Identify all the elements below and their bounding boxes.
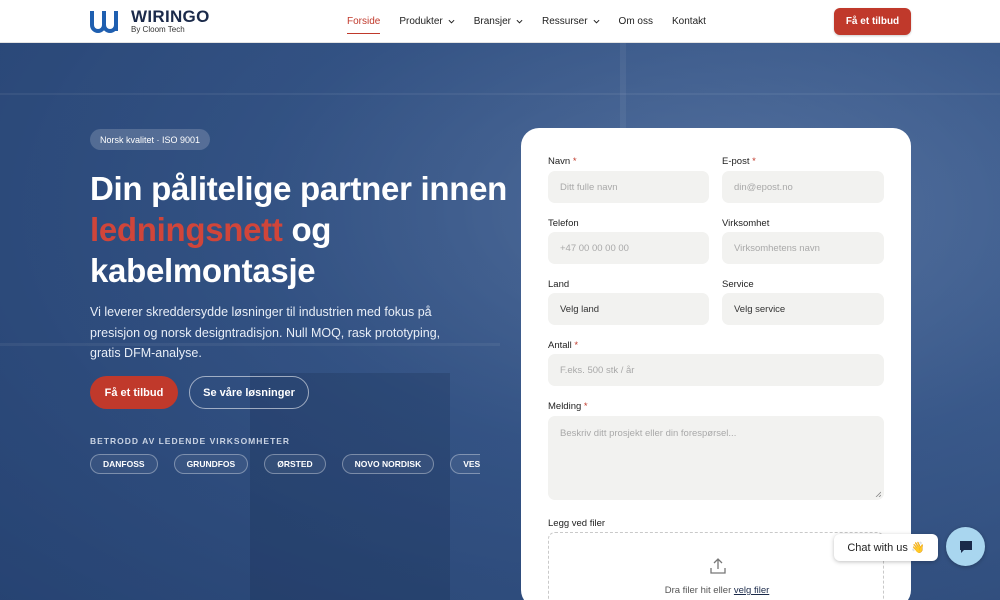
client-logo: VESTAS xyxy=(450,454,480,474)
chat-launcher-button[interactable] xyxy=(946,527,985,566)
quantity-input[interactable]: F.eks. 500 stk / år xyxy=(548,354,884,386)
nav-label: Bransjer xyxy=(473,16,511,27)
name-label: Navn * xyxy=(548,156,577,167)
client-logo: ØRSTED xyxy=(264,454,326,474)
email-label: E-post * xyxy=(722,156,756,167)
country-label: Land xyxy=(548,279,570,290)
chevron-down-icon xyxy=(593,19,600,24)
service-select[interactable]: Velg service xyxy=(722,293,884,325)
required-mark: * xyxy=(583,401,588,412)
chat-icon xyxy=(959,540,972,553)
hero-lead: Vi leverer skreddersydde løsninger til i… xyxy=(90,305,441,360)
message-textarea[interactable]: Beskriv ditt prosjekt eller din forespør… xyxy=(548,416,884,500)
message-placeholder: Beskriv ditt prosjekt eller din forespør… xyxy=(560,428,737,439)
resize-handle-icon[interactable] xyxy=(875,491,881,497)
trusted-by-label: BETRODD AV LEDENDE VIRKSOMHETER xyxy=(90,436,291,446)
country-select[interactable]: Velg land xyxy=(548,293,709,325)
label-text: Antall xyxy=(548,340,572,351)
nav-item-produkter[interactable]: Produkter xyxy=(399,0,455,43)
quantity-label: Antall * xyxy=(548,340,578,351)
dropzone-text: Dra filer hit eller velg filer xyxy=(549,585,885,596)
client-logo: NOVO NORDISK xyxy=(341,454,435,474)
nav-label: Produkter xyxy=(399,16,443,27)
see-solutions-button[interactable]: Se våre løsninger xyxy=(189,376,309,409)
chevron-down-icon xyxy=(516,19,523,24)
brand-subtitle: By Cloom Tech xyxy=(131,25,185,34)
quote-form: Navn * Ditt fulle navn E-post * din@epos… xyxy=(521,128,911,600)
hero-quote-button[interactable]: Få et tilbud xyxy=(90,376,178,409)
site-header: WIRINGO By Cloom Tech Forside Produkter … xyxy=(0,0,1000,43)
label-text: E-post xyxy=(722,156,750,167)
phone-label: Telefon xyxy=(548,218,579,229)
nav-item-ressurser[interactable]: Ressurser xyxy=(542,0,600,43)
nav-item-kontakt[interactable]: Kontakt xyxy=(672,0,706,43)
nav-label: Ressurser xyxy=(541,16,588,27)
brand-logo[interactable]: WIRINGO By Cloom Tech xyxy=(90,8,210,34)
name-input[interactable]: Ditt fulle navn xyxy=(548,171,709,203)
brand-name: WIRINGO xyxy=(131,7,210,26)
required-mark: * xyxy=(574,340,579,351)
client-logos: DANFOSS GRUNDFOS ØRSTED NOVO NORDISK VESTAS xyxy=(90,454,480,474)
nav-label: Forside xyxy=(347,16,381,27)
wiringo-logo-icon xyxy=(90,11,118,33)
headline-accent: ledningsnett xyxy=(90,211,283,248)
nav-item-om-oss[interactable]: Om oss xyxy=(619,0,653,43)
company-label: Virksomhet xyxy=(722,218,770,229)
chat-prompt[interactable]: Chat with us 👋 xyxy=(834,534,938,561)
files-label: Legg ved filer xyxy=(548,518,606,529)
email-input[interactable]: din@epost.no xyxy=(722,171,884,203)
required-mark: * xyxy=(752,156,756,167)
required-mark: * xyxy=(572,156,577,167)
quality-badge: Norsk kvalitet · ISO 9001 xyxy=(90,129,211,150)
client-logo: DANFOSS xyxy=(90,454,158,474)
label-text: Melding xyxy=(548,401,582,412)
nav-label: Om oss xyxy=(618,16,653,27)
main-nav: Forside Produkter Bransjer Ressurser Om … xyxy=(347,0,725,43)
chevron-down-icon xyxy=(448,19,455,24)
hero-decoration xyxy=(0,93,1000,95)
dropzone-label: Dra filer hit eller xyxy=(664,585,734,596)
label-text: Navn xyxy=(548,156,571,167)
header-quote-button[interactable]: Få et tilbud xyxy=(834,8,911,35)
headline-text: Din pålitelige partner innen xyxy=(90,170,507,207)
message-label: Melding * xyxy=(548,401,588,412)
nav-label: Kontakt xyxy=(672,16,706,27)
company-input[interactable]: Virksomhetens navn xyxy=(722,232,884,264)
service-label: Service xyxy=(722,279,754,290)
nav-item-bransjer[interactable]: Bransjer xyxy=(474,0,523,43)
nav-item-forside[interactable]: Forside xyxy=(347,0,381,43)
choose-files-link[interactable]: velg filer xyxy=(734,585,769,596)
upload-icon xyxy=(710,558,726,574)
phone-input[interactable]: +47 00 00 00 00 xyxy=(548,232,709,264)
client-logo: GRUNDFOS xyxy=(173,454,249,474)
hero-headline: Din pålitelige partner innen ledningsnet… xyxy=(90,168,510,291)
